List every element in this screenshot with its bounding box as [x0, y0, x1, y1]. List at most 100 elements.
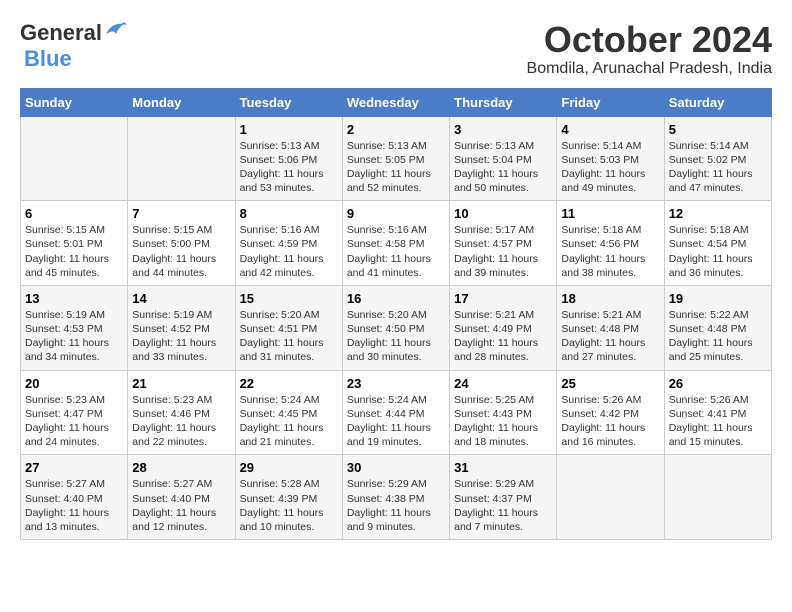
calendar-cell: 3Sunrise: 5:13 AM Sunset: 5:04 PM Daylig…	[450, 116, 557, 201]
day-number: 20	[25, 376, 123, 391]
page-header: General Blue October 2024 Bomdila, Aruna…	[20, 20, 772, 78]
calendar-cell: 30 Sunrise: 5:29 AM Sunset: 4:38 PM Dayli…	[342, 455, 449, 540]
day-header-wednesday: Wednesday	[342, 88, 449, 116]
day-info: Sunrise: 5:14 AM Sunset: 5:03 PM Dayligh…	[561, 139, 659, 196]
day-number: 5	[669, 122, 767, 137]
day-info: Sunrise: 5:19 AM Sunset: 4:52 PM Dayligh…	[132, 308, 230, 365]
location: Bomdila, Arunachal Pradesh, India	[527, 60, 772, 78]
calendar-cell: 9 Sunrise: 5:16 AM Sunset: 4:58 PM Daylig…	[342, 201, 449, 286]
calendar-cell: 12 Sunrise: 5:18 AM Sunset: 4:54 PM Dayli…	[664, 201, 771, 286]
day-info: Sunrise: 5:21 AM Sunset: 4:49 PM Dayligh…	[454, 308, 552, 365]
day-number: 24	[454, 376, 552, 391]
day-info: Sunrise: 5:24 AM Sunset: 4:45 PM Dayligh…	[240, 393, 338, 450]
day-info: Sunrise: 5:16 AM Sunset: 4:58 PM Dayligh…	[347, 223, 445, 280]
day-number: 19	[669, 291, 767, 306]
day-info: Sunrise: 5:23 AM Sunset: 4:47 PM Dayligh…	[25, 393, 123, 450]
day-number: 13	[25, 291, 123, 306]
day-number: 23	[347, 376, 445, 391]
day-number: 15	[240, 291, 338, 306]
day-number: 3	[454, 122, 552, 137]
day-number: 28	[132, 460, 230, 475]
calendar-cell: 8Sunrise: 5:16 AM Sunset: 4:59 PM Daylig…	[235, 201, 342, 286]
day-info: Sunrise: 5:26 AM Sunset: 4:41 PM Dayligh…	[669, 393, 767, 450]
day-header-monday: Monday	[128, 88, 235, 116]
day-number: 4	[561, 122, 659, 137]
day-info: Sunrise: 5:26 AM Sunset: 4:42 PM Dayligh…	[561, 393, 659, 450]
calendar-cell: 10 Sunrise: 5:17 AM Sunset: 4:57 PM Dayli…	[450, 201, 557, 286]
day-number: 31	[454, 460, 552, 475]
day-info: Sunrise: 5:14 AM Sunset: 5:02 PM Dayligh…	[669, 139, 767, 196]
calendar-cell	[557, 455, 664, 540]
day-number: 7	[132, 206, 230, 221]
day-info: Sunrise: 5:28 AM Sunset: 4:39 PM Dayligh…	[240, 477, 338, 534]
day-info: Sunrise: 5:21 AM Sunset: 4:48 PM Dayligh…	[561, 308, 659, 365]
calendar-cell: 7 Sunrise: 5:15 AM Sunset: 5:00 PM Daylig…	[128, 201, 235, 286]
day-info: Sunrise: 5:27 AM Sunset: 4:40 PM Dayligh…	[25, 477, 123, 534]
day-number: 6	[25, 206, 123, 221]
day-info: Sunrise: 5:29 AM Sunset: 4:38 PM Dayligh…	[347, 477, 445, 534]
day-number: 30	[347, 460, 445, 475]
calendar-cell: 23 Sunrise: 5:24 AM Sunset: 4:44 PM Dayli…	[342, 370, 449, 455]
day-number: 2	[347, 122, 445, 137]
calendar-cell: 16 Sunrise: 5:20 AM Sunset: 4:50 PM Dayli…	[342, 285, 449, 370]
day-number: 9	[347, 206, 445, 221]
day-number: 14	[132, 291, 230, 306]
day-header-sunday: Sunday	[21, 88, 128, 116]
calendar-cell: 17 Sunrise: 5:21 AM Sunset: 4:49 PM Dayli…	[450, 285, 557, 370]
calendar-table: SundayMondayTuesdayWednesdayThursdayFrid…	[20, 88, 772, 540]
calendar-cell: 24Sunrise: 5:25 AM Sunset: 4:43 PM Dayli…	[450, 370, 557, 455]
day-info: Sunrise: 5:24 AM Sunset: 4:44 PM Dayligh…	[347, 393, 445, 450]
day-info: Sunrise: 5:22 AM Sunset: 4:48 PM Dayligh…	[669, 308, 767, 365]
week-row-2: 6 Sunrise: 5:15 AM Sunset: 5:01 PM Daylig…	[21, 201, 772, 286]
day-number: 10	[454, 206, 552, 221]
day-number: 11	[561, 206, 659, 221]
calendar-body: 1 Sunrise: 5:13 AM Sunset: 5:06 PM Daylig…	[21, 116, 772, 539]
calendar-cell: 20 Sunrise: 5:23 AM Sunset: 4:47 PM Dayli…	[21, 370, 128, 455]
day-info: Sunrise: 5:18 AM Sunset: 4:54 PM Dayligh…	[669, 223, 767, 280]
calendar-cell: 5 Sunrise: 5:14 AM Sunset: 5:02 PM Daylig…	[664, 116, 771, 201]
day-info: Sunrise: 5:27 AM Sunset: 4:40 PM Dayligh…	[132, 477, 230, 534]
calendar-cell	[664, 455, 771, 540]
calendar-cell: 31 Sunrise: 5:29 AM Sunset: 4:37 PM Dayli…	[450, 455, 557, 540]
calendar-header-row: SundayMondayTuesdayWednesdayThursdayFrid…	[21, 88, 772, 116]
day-header-tuesday: Tuesday	[235, 88, 342, 116]
calendar-cell: 28 Sunrise: 5:27 AM Sunset: 4:40 PM Dayli…	[128, 455, 235, 540]
day-number: 17	[454, 291, 552, 306]
day-info: Sunrise: 5:23 AM Sunset: 4:46 PM Dayligh…	[132, 393, 230, 450]
day-number: 25	[561, 376, 659, 391]
calendar-cell: 18Sunrise: 5:21 AM Sunset: 4:48 PM Dayli…	[557, 285, 664, 370]
day-number: 8	[240, 206, 338, 221]
day-info: Sunrise: 5:29 AM Sunset: 4:37 PM Dayligh…	[454, 477, 552, 534]
day-number: 21	[132, 376, 230, 391]
week-row-3: 13 Sunrise: 5:19 AM Sunset: 4:53 PM Dayli…	[21, 285, 772, 370]
day-header-thursday: Thursday	[450, 88, 557, 116]
day-info: Sunrise: 5:13 AM Sunset: 5:05 PM Dayligh…	[347, 139, 445, 196]
calendar-cell: 29 Sunrise: 5:28 AM Sunset: 4:39 PM Dayli…	[235, 455, 342, 540]
calendar-cell	[128, 116, 235, 201]
day-info: Sunrise: 5:13 AM Sunset: 5:06 PM Dayligh…	[240, 139, 338, 196]
day-number: 12	[669, 206, 767, 221]
day-info: Sunrise: 5:18 AM Sunset: 4:56 PM Dayligh…	[561, 223, 659, 280]
calendar-cell: 13 Sunrise: 5:19 AM Sunset: 4:53 PM Dayli…	[21, 285, 128, 370]
calendar-cell: 25 Sunrise: 5:26 AM Sunset: 4:42 PM Dayli…	[557, 370, 664, 455]
day-number: 16	[347, 291, 445, 306]
calendar-cell: 21 Sunrise: 5:23 AM Sunset: 4:46 PM Dayli…	[128, 370, 235, 455]
logo-general: General	[20, 20, 102, 45]
day-info: Sunrise: 5:15 AM Sunset: 5:01 PM Dayligh…	[25, 223, 123, 280]
day-info: Sunrise: 5:15 AM Sunset: 5:00 PM Dayligh…	[132, 223, 230, 280]
week-row-1: 1 Sunrise: 5:13 AM Sunset: 5:06 PM Daylig…	[21, 116, 772, 201]
day-header-saturday: Saturday	[664, 88, 771, 116]
day-header-friday: Friday	[557, 88, 664, 116]
day-info: Sunrise: 5:19 AM Sunset: 4:53 PM Dayligh…	[25, 308, 123, 365]
title-block: October 2024 Bomdila, Arunachal Pradesh,…	[527, 20, 772, 78]
day-number: 1	[240, 122, 338, 137]
week-row-4: 20 Sunrise: 5:23 AM Sunset: 4:47 PM Dayli…	[21, 370, 772, 455]
day-number: 27	[25, 460, 123, 475]
day-info: Sunrise: 5:17 AM Sunset: 4:57 PM Dayligh…	[454, 223, 552, 280]
day-number: 26	[669, 376, 767, 391]
day-info: Sunrise: 5:20 AM Sunset: 4:51 PM Dayligh…	[240, 308, 338, 365]
day-number: 29	[240, 460, 338, 475]
calendar-cell: 11 Sunrise: 5:18 AM Sunset: 4:56 PM Dayli…	[557, 201, 664, 286]
day-info: Sunrise: 5:20 AM Sunset: 4:50 PM Dayligh…	[347, 308, 445, 365]
month-title: October 2024	[527, 20, 772, 60]
